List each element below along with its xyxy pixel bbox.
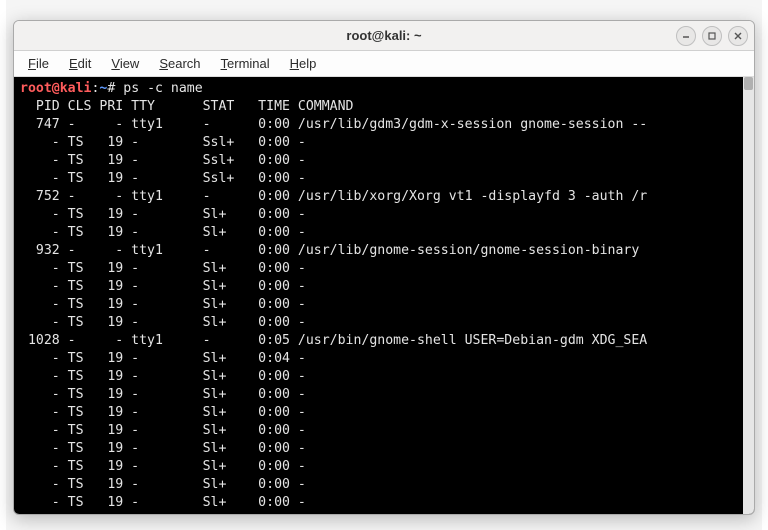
ps-row: - TS 19 - Sl+ 0:00 - [20,423,306,438]
close-icon [733,31,743,41]
vertical-scrollbar[interactable] [743,77,754,514]
close-button[interactable] [728,26,748,46]
maximize-button[interactable] [702,26,722,46]
terminal-content: root@kali:~# ps -c name PID CLS PRI TTY … [14,77,754,514]
ps-row: - TS 19 - Sl+ 0:00 - [20,297,306,312]
menu-search[interactable]: Search [151,53,208,74]
ps-row: - TS 19 - Ssl+ 0:00 - [20,153,306,168]
menu-file[interactable]: File [20,53,57,74]
menu-help[interactable]: Help [282,53,325,74]
menubar: File Edit View Search Terminal Help [14,51,754,77]
ps-row: - TS 19 - Sl+ 0:00 - [20,405,306,420]
ps-row: - TS 19 - Sl+ 0:04 - [20,351,306,366]
ps-row: 1028 - - tty1 - 0:05 /usr/bin/gnome-shel… [20,333,647,348]
ps-row: - TS 19 - Sl+ 0:00 - [20,315,306,330]
ps-header: PID CLS PRI TTY STAT TIME COMMAND [20,99,353,114]
prompt-char: # [107,81,123,96]
ps-row: - TS 19 - Sl+ 0:00 - [20,459,306,474]
menu-edit[interactable]: Edit [61,53,99,74]
command-text: ps -c name [123,81,202,96]
ps-row: - TS 19 - Sl+ 0:00 - [20,225,306,240]
ps-row: - TS 19 - Ssl+ 0:00 - [20,171,306,186]
prompt-user-host: root@kali [20,81,91,96]
ps-row: - TS 19 - Sl+ 0:00 - [20,369,306,384]
ps-row: 752 - - tty1 - 0:00 /usr/lib/xorg/Xorg v… [20,189,647,204]
menu-view[interactable]: View [103,53,147,74]
ps-row: - TS 19 - Sl+ 0:00 - [20,477,306,492]
terminal-viewport[interactable]: root@kali:~# ps -c name PID CLS PRI TTY … [14,77,754,514]
maximize-icon [707,31,717,41]
menu-terminal[interactable]: Terminal [213,53,278,74]
ps-row: 747 - - tty1 - 0:00 /usr/lib/gdm3/gdm-x-… [20,117,647,132]
ps-row: - TS 19 - Ssl+ 0:00 - [20,135,306,150]
terminal-window: root@kali: ~ File Edit View Search Termi… [13,20,755,515]
minimize-icon [681,31,691,41]
titlebar[interactable]: root@kali: ~ [14,21,754,51]
ps-row: - TS 19 - Sl+ 0:00 - [20,441,306,456]
scrollbar-thumb[interactable] [744,77,753,90]
ps-row: - TS 19 - Sl+ 0:00 - [20,207,306,222]
window-title: root@kali: ~ [346,28,421,43]
window-controls [676,26,748,46]
ps-row: 932 - - tty1 - 0:00 /usr/lib/gnome-sessi… [20,243,647,258]
ps-row: - TS 19 - Sl+ 0:00 - [20,279,306,294]
ps-row: - TS 19 - Sl+ 0:00 - [20,495,306,510]
ps-row: - TS 19 - Sl+ 0:00 - [20,261,306,276]
ps-row: - TS 19 - Sl+ 0:00 - [20,387,306,402]
minimize-button[interactable] [676,26,696,46]
